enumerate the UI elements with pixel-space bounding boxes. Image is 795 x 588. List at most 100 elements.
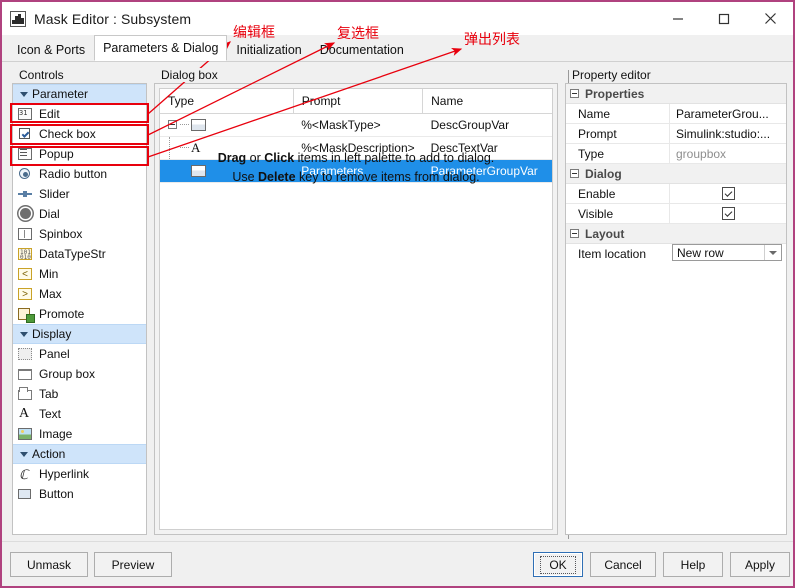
control-item-radio-button[interactable]: Radio button	[13, 164, 146, 184]
dialog-box-container: Type Prompt Name %<MaskType> DescGroupVa…	[154, 83, 558, 535]
tab-parameters-and-dialog[interactable]: Parameters & Dialog	[94, 35, 228, 61]
control-item-button[interactable]: Button	[13, 484, 146, 504]
property-row-name[interactable]: Name ParameterGrou...	[566, 103, 786, 124]
controls-group-label: Parameter	[32, 87, 89, 101]
edit-highlight-box	[10, 103, 149, 123]
help-button[interactable]: Help	[663, 552, 723, 577]
control-item-label: Radio button	[39, 167, 108, 181]
control-item-spinbox[interactable]: Spinbox	[13, 224, 146, 244]
property-editor-list[interactable]: Properties Name ParameterGrou... Prompt …	[565, 83, 787, 535]
hint-delete-keyword: Delete	[258, 170, 296, 184]
control-item-slider[interactable]: Slider	[13, 184, 146, 204]
control-item-label: DataTypeStr	[39, 247, 106, 261]
maximize-icon[interactable]	[701, 2, 747, 35]
control-item-text[interactable]: A Text	[13, 404, 146, 424]
collapse-icon[interactable]	[570, 229, 579, 238]
max-icon: >	[17, 287, 34, 302]
image-icon	[17, 427, 34, 442]
datatype-icon: 101 010	[18, 247, 32, 261]
caret-down-icon	[20, 91, 28, 97]
mask-editor-window: Mask Editor : Subsystem Icon & Ports Par…	[0, 0, 795, 588]
controls-group-display[interactable]: Display	[13, 324, 146, 344]
hyperlink-icon: ℂ	[19, 466, 29, 482]
chevron-down-icon[interactable]	[764, 245, 781, 260]
cancel-button[interactable]: Cancel	[590, 552, 656, 577]
section-dialog[interactable]: Dialog	[566, 164, 786, 184]
property-row-type: Type groupbox	[566, 143, 786, 164]
item-location-select[interactable]: New row	[672, 244, 782, 261]
tab-icon	[17, 386, 34, 402]
ok-button[interactable]: OK	[533, 552, 583, 577]
property-value	[670, 184, 786, 204]
dial-icon	[17, 207, 34, 222]
controls-group-action[interactable]: Action	[13, 444, 146, 464]
tab-bar: Icon & Ports Parameters & Dialog Initial…	[2, 35, 793, 62]
dialog-tree-grid[interactable]: Type Prompt Name %<MaskType> DescGroupVa…	[159, 88, 553, 530]
property-key: Type	[566, 143, 670, 164]
dialog-hint-text: Drag or Click items in left palette to a…	[160, 149, 552, 187]
control-item-label: Spinbox	[39, 227, 83, 241]
radio-button-icon	[17, 167, 34, 182]
row-name-cell[interactable]: DescGroupVar	[422, 113, 552, 137]
dialog-box-panel: Dialog box Type Prompt Name %<MaskType> …	[154, 68, 558, 535]
tab-icon-and-ports[interactable]: Icon & Ports	[8, 37, 94, 61]
control-item-promote[interactable]: Promote	[13, 304, 146, 324]
visible-checkbox[interactable]	[721, 207, 735, 220]
column-header-name[interactable]: Name	[422, 89, 552, 114]
property-value[interactable]: ParameterGrou...	[670, 104, 786, 124]
footer-bar: Unmask Preview OK Cancel Help Apply	[2, 541, 793, 586]
apply-button[interactable]: Apply	[730, 552, 790, 577]
dialog-box-label: Dialog box	[158, 68, 221, 82]
hint-text: key to remove items from dialog.	[295, 170, 480, 184]
control-item-group-box[interactable]: Group box	[13, 364, 146, 384]
control-item-dial[interactable]: Dial	[13, 204, 146, 224]
popup-highlight-box	[10, 146, 149, 166]
table-header-row: Type Prompt Name	[160, 89, 552, 114]
property-editor-label: Property editor	[569, 68, 654, 82]
control-item-hyperlink[interactable]: ℂ Hyperlink	[13, 464, 146, 484]
minimize-icon[interactable]	[655, 2, 701, 35]
group-box-icon	[191, 118, 206, 131]
controls-panel-label: Controls	[16, 68, 67, 82]
section-layout[interactable]: Layout	[566, 224, 786, 244]
table-row[interactable]: %<MaskType> DescGroupVar	[160, 113, 552, 137]
group-box-icon	[17, 367, 34, 382]
property-editor-panel: Property editor Properties Name Paramete…	[565, 68, 787, 535]
promote-icon	[17, 307, 35, 323]
preview-button[interactable]: Preview	[94, 552, 172, 577]
property-value[interactable]: Simulink:studio:...	[670, 124, 786, 144]
tree-connector	[180, 147, 189, 148]
property-key: Name	[566, 103, 670, 124]
property-value-readonly: groupbox	[676, 146, 727, 161]
control-item-max[interactable]: > Max	[13, 284, 146, 304]
control-item-label: Image	[39, 427, 73, 441]
collapse-icon[interactable]	[570, 89, 579, 98]
section-properties[interactable]: Properties	[566, 84, 786, 104]
column-header-type[interactable]: Type	[160, 89, 294, 114]
unmask-button[interactable]: Unmask	[10, 552, 88, 577]
row-type-cell	[160, 113, 294, 137]
control-item-tab[interactable]: Tab	[13, 384, 146, 404]
property-row-enable[interactable]: Enable	[566, 183, 786, 204]
enable-checkbox[interactable]	[721, 187, 735, 200]
expander-icon[interactable]	[168, 120, 177, 129]
property-row-item-location[interactable]: Item location New row	[566, 244, 786, 264]
property-key: Prompt	[566, 123, 670, 144]
property-row-prompt[interactable]: Prompt Simulink:studio:...	[566, 123, 786, 144]
control-item-image[interactable]: Image	[13, 424, 146, 444]
property-row-visible[interactable]: Visible	[566, 203, 786, 224]
collapse-icon[interactable]	[570, 169, 579, 178]
hint-text: items in left palette to add to dialog.	[294, 151, 495, 165]
checkbox-highlight-box	[10, 124, 149, 145]
control-item-panel[interactable]: Panel	[13, 344, 146, 364]
control-item-label: Promote	[39, 307, 85, 321]
column-header-prompt[interactable]: Prompt	[293, 89, 424, 114]
close-icon[interactable]	[747, 2, 793, 35]
control-item-label: Text	[39, 407, 62, 421]
controls-group-parameter[interactable]: Parameter	[13, 84, 146, 104]
control-item-datatypestr[interactable]: 101 010 DataTypeStr	[13, 244, 146, 264]
caret-down-icon	[20, 331, 28, 337]
control-item-min[interactable]: < Min	[13, 264, 146, 284]
popup-list-annotation: 弹出列表	[464, 32, 520, 48]
row-prompt-cell[interactable]: %<MaskType>	[293, 113, 423, 137]
